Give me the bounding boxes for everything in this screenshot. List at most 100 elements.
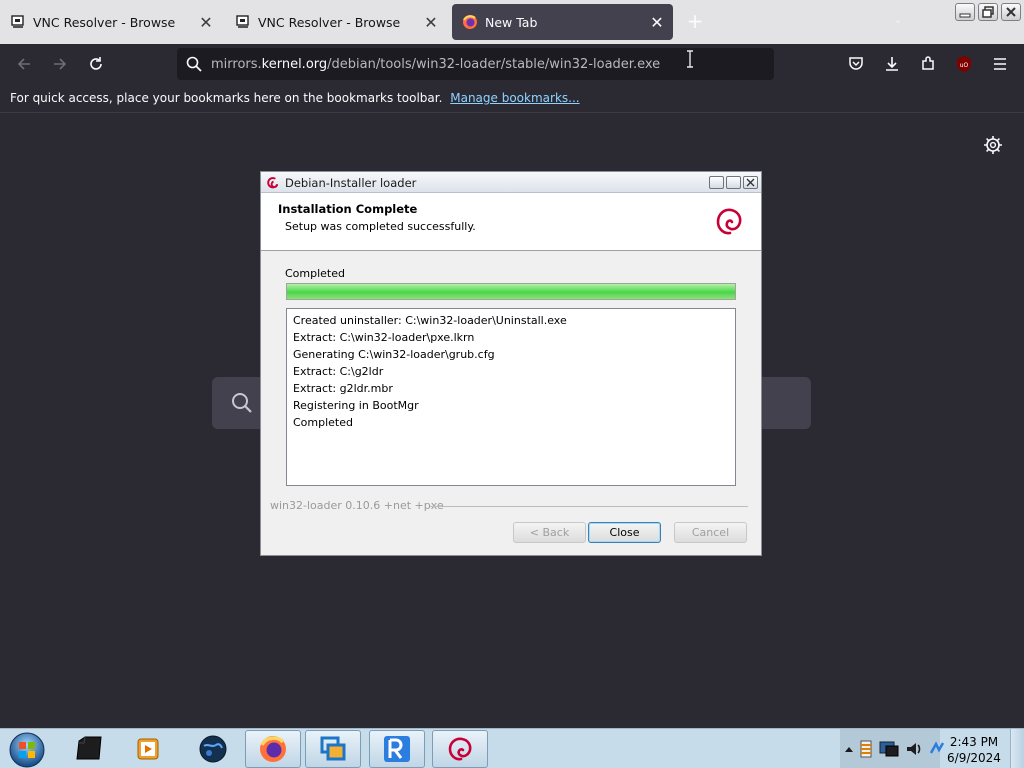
vnc-resolver-icon bbox=[11, 15, 24, 28]
close-window-button[interactable] bbox=[1001, 3, 1021, 21]
status-label: Completed bbox=[285, 267, 345, 280]
window-manager-icon bbox=[320, 736, 346, 761]
new-tab-button[interactable]: + bbox=[683, 10, 707, 34]
header-title: Installation Complete bbox=[278, 202, 418, 216]
downloads-button[interactable] bbox=[880, 52, 904, 76]
start-orb[interactable] bbox=[6, 731, 48, 768]
installer-dialog: Debian-Installer loader Installation Com… bbox=[260, 171, 762, 556]
debian-loader-icon bbox=[448, 737, 472, 761]
dialog-header: Installation Complete Setup was complete… bbox=[261, 193, 761, 251]
tab-strip: VNC Resolver - Browse ✕ VNC Resolver - B… bbox=[0, 0, 1024, 44]
firefox-icon bbox=[463, 15, 477, 29]
restore-window-button[interactable] bbox=[978, 3, 998, 21]
tab-new-tab[interactable]: New Tab ✕ bbox=[452, 4, 673, 40]
taskbar-media-player[interactable] bbox=[120, 730, 176, 768]
dialog-close-button[interactable] bbox=[743, 176, 758, 189]
terminal-app-icon bbox=[76, 736, 102, 760]
close-tab-icon[interactable]: ✕ bbox=[421, 12, 441, 32]
taskbar-terminal[interactable] bbox=[61, 730, 117, 768]
system-tray bbox=[844, 737, 946, 761]
arrow-left-icon bbox=[17, 58, 30, 70]
search-icon bbox=[186, 56, 202, 72]
ublock-origin-icon: uO bbox=[957, 56, 971, 72]
back-button[interactable]: < Back bbox=[513, 522, 586, 543]
download-icon bbox=[886, 57, 898, 71]
log-line: Generating C:\win32-loader\grub.cfg bbox=[293, 348, 495, 361]
url-path: /debian/tools/win32-loader/stable/win32-… bbox=[327, 56, 661, 72]
extensions-button[interactable] bbox=[916, 52, 940, 76]
header-subtitle: Setup was completed successfully. bbox=[285, 220, 476, 233]
clock-date: 6/9/2024 bbox=[947, 751, 1001, 765]
pocket-icon bbox=[849, 57, 863, 70]
text-cursor-icon bbox=[687, 50, 693, 68]
log-line: Completed bbox=[293, 416, 353, 429]
tab-vnc-resolver-1[interactable]: VNC Resolver - Browse ✕ bbox=[0, 4, 222, 40]
branding-row: win32-loader 0.10.6 +net +pxe bbox=[270, 499, 748, 513]
clock-time: 2:43 PM bbox=[949, 735, 999, 749]
tray-flag-icon[interactable] bbox=[858, 739, 874, 759]
dialog-minimize-button[interactable] bbox=[709, 176, 724, 189]
debian-swirl-icon bbox=[267, 177, 279, 189]
taskbar-globe-app[interactable] bbox=[185, 730, 241, 768]
progress-bar bbox=[286, 283, 736, 300]
log-line: Extract: g2ldr.mbr bbox=[293, 382, 393, 395]
globe-app-icon bbox=[199, 735, 227, 763]
url-domain: kernel.org bbox=[261, 56, 328, 72]
bookmarks-toolbar: For quick access, place your bookmarks h… bbox=[0, 84, 1024, 113]
taskbar-firefox[interactable] bbox=[245, 730, 301, 768]
cancel-button[interactable]: Cancel bbox=[674, 522, 747, 543]
taskbar: 2:43 PM 6/9/2024 bbox=[0, 728, 1024, 768]
media-player-icon bbox=[137, 738, 159, 760]
firefox-icon bbox=[260, 736, 286, 762]
ublock-origin-button[interactable]: uO bbox=[952, 52, 976, 76]
search-icon bbox=[232, 393, 252, 413]
pocket-button[interactable] bbox=[844, 52, 868, 76]
reload-button[interactable] bbox=[84, 52, 108, 76]
tab-title: New Tab bbox=[485, 14, 538, 30]
gear-icon[interactable] bbox=[983, 135, 1003, 155]
log-line: Registering in BootMgr bbox=[293, 399, 419, 412]
url-prefix: mirrors. bbox=[211, 56, 262, 72]
show-desktop-button[interactable] bbox=[1010, 729, 1024, 768]
restore-icon bbox=[982, 6, 994, 18]
app-menu-button[interactable] bbox=[988, 52, 1012, 76]
taskbar-debian-loader[interactable] bbox=[432, 730, 488, 768]
navigation-bar: mirrors.kernel.org/debian/tools/win32-lo… bbox=[0, 44, 1024, 84]
minimize-window-button[interactable] bbox=[955, 3, 975, 21]
taskbar-window-manager[interactable] bbox=[305, 730, 361, 768]
dialog-maximize-button[interactable] bbox=[726, 176, 741, 189]
debian-logo bbox=[716, 208, 742, 235]
close-tab-icon[interactable]: ✕ bbox=[647, 12, 667, 32]
close-tab-icon[interactable]: ✕ bbox=[196, 12, 216, 32]
forward-button[interactable] bbox=[48, 52, 72, 76]
vnc-resolver-icon bbox=[236, 15, 249, 28]
tab-title: VNC Resolver - Browse bbox=[33, 14, 176, 30]
tab-title: VNC Resolver - Browse bbox=[258, 14, 401, 30]
reload-icon bbox=[90, 57, 102, 70]
close-icon bbox=[746, 178, 755, 187]
vnc-viewer-icon bbox=[384, 736, 410, 762]
dialog-titlebar[interactable]: Debian-Installer loader bbox=[261, 172, 761, 193]
tab-vnc-resolver-2[interactable]: VNC Resolver - Browse ✕ bbox=[225, 4, 447, 40]
progress-fill bbox=[287, 284, 735, 299]
close-button[interactable]: Close bbox=[588, 522, 661, 543]
volume-icon[interactable] bbox=[904, 739, 924, 759]
branding-text: win32-loader 0.10.6 +net +pxe bbox=[270, 499, 450, 512]
list-all-tabs-button[interactable]: ⌄ bbox=[888, 12, 908, 32]
taskbar-vnc-viewer[interactable] bbox=[369, 730, 425, 768]
log-line: Extract: C:\win32-loader\pxe.lkrn bbox=[293, 331, 475, 344]
manage-bookmarks-link[interactable]: Manage bookmarks... bbox=[450, 91, 579, 105]
tray-expand-icon[interactable] bbox=[844, 743, 854, 755]
close-icon bbox=[1006, 7, 1016, 17]
log-line: Created uninstaller: C:\win32-loader\Uni… bbox=[293, 314, 567, 327]
clock[interactable]: 2:43 PM 6/9/2024 bbox=[944, 734, 1004, 766]
arrow-right-icon bbox=[54, 58, 67, 70]
log-line: Extract: C:\g2ldr bbox=[293, 365, 384, 378]
back-button[interactable] bbox=[12, 52, 36, 76]
branding-divider bbox=[430, 506, 748, 507]
install-log[interactable]: Created uninstaller: C:\win32-loader\Uni… bbox=[286, 308, 736, 486]
network-icon[interactable] bbox=[878, 739, 900, 759]
svg-text:uO: uO bbox=[960, 62, 969, 69]
dialog-title: Debian-Installer loader bbox=[285, 176, 417, 190]
url-text[interactable]: mirrors.kernel.org/debian/tools/win32-lo… bbox=[211, 57, 660, 72]
